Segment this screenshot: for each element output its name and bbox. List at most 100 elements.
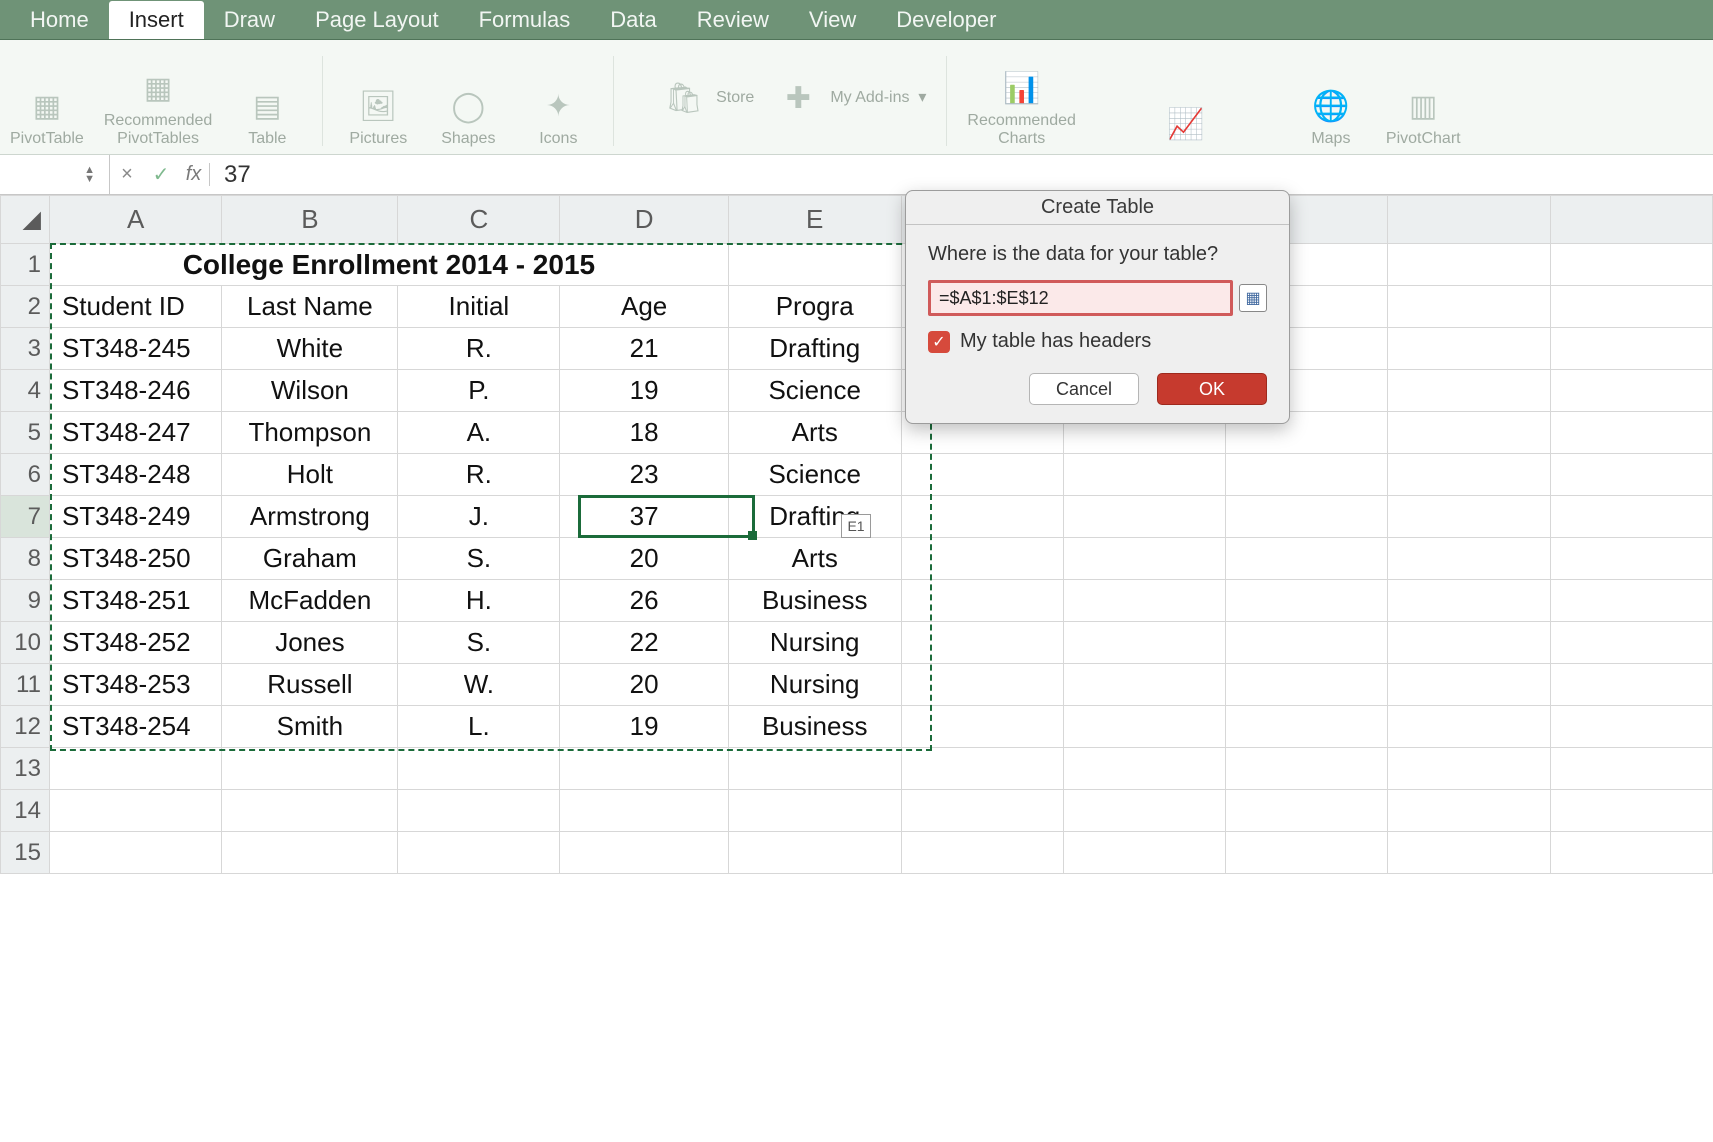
row-8[interactable]: 8 (1, 538, 50, 580)
cell[interactable]: ST348-252 (49, 622, 221, 664)
col-E[interactable]: E (728, 196, 901, 244)
row-5[interactable]: 5 (1, 412, 50, 454)
cell[interactable]: Russell (222, 664, 398, 706)
cell[interactable]: ST348-251 (49, 580, 221, 622)
cell[interactable]: Arts (728, 412, 901, 454)
fx-label[interactable]: fx (178, 163, 210, 186)
tab-view[interactable]: View (789, 1, 876, 39)
row-3[interactable]: 3 (1, 328, 50, 370)
row-13[interactable]: 13 (1, 748, 50, 790)
cmd-icons[interactable]: ✦ Icons (523, 48, 593, 148)
cell[interactable]: Thompson (222, 412, 398, 454)
range-picker-button[interactable]: ▦ (1239, 284, 1267, 312)
cell[interactable]: ST348-249 (49, 496, 221, 538)
tab-developer[interactable]: Developer (876, 1, 1016, 39)
formula-cancel[interactable]: × (110, 163, 144, 186)
tab-insert[interactable]: Insert (109, 1, 204, 39)
cell[interactable]: 20 (560, 664, 728, 706)
cell[interactable]: Science (728, 370, 901, 412)
tab-page-layout[interactable]: Page Layout (295, 1, 459, 39)
cell[interactable]: R. (398, 328, 560, 370)
cell[interactable]: 20 (560, 538, 728, 580)
row-6[interactable]: 6 (1, 454, 50, 496)
col-A[interactable]: A (49, 196, 221, 244)
cell[interactable]: ST348-253 (49, 664, 221, 706)
select-all[interactable]: ◢ (1, 196, 50, 244)
col-extra[interactable] (1550, 196, 1712, 244)
cell[interactable]: Graham (222, 538, 398, 580)
cell[interactable]: ST348-245 (49, 328, 221, 370)
cell[interactable]: R. (398, 454, 560, 496)
cell[interactable]: ST348-250 (49, 538, 221, 580)
cancel-button[interactable]: Cancel (1029, 373, 1139, 405)
tab-data[interactable]: Data (590, 1, 676, 39)
cell[interactable]: Drafting (728, 328, 901, 370)
hdr-initial[interactable]: Initial (398, 286, 560, 328)
row-9[interactable]: 9 (1, 580, 50, 622)
hdr-program[interactable]: Progra (728, 286, 901, 328)
cell[interactable]: 22 (560, 622, 728, 664)
formula-input[interactable]: 37 (210, 161, 1713, 189)
col-B[interactable]: B (222, 196, 398, 244)
cmd-store[interactable]: 🛍 Store (634, 48, 754, 148)
checkbox-checked-icon[interactable]: ✓ (928, 331, 950, 353)
title-cell[interactable]: College Enrollment 2014 - 2015 (49, 244, 728, 286)
cell[interactable]: Wilson (222, 370, 398, 412)
cell[interactable]: Smith (222, 706, 398, 748)
col-D[interactable]: D (560, 196, 728, 244)
cell[interactable]: S. (398, 538, 560, 580)
cell[interactable]: 19 (560, 706, 728, 748)
cmd-pivot-table[interactable]: ▦ PivotTable (10, 48, 84, 148)
cmd-pictures[interactable]: 🖼 Pictures (343, 48, 413, 148)
cell[interactable]: ST348-254 (49, 706, 221, 748)
cmd-pivot-chart[interactable]: ▥ PivotChart (1386, 48, 1461, 148)
cell[interactable]: ST348-247 (49, 412, 221, 454)
cell[interactable]: 18 (560, 412, 728, 454)
cell[interactable]: McFadden (222, 580, 398, 622)
cell[interactable]: Business (728, 580, 901, 622)
row-2[interactable]: 2 (1, 286, 50, 328)
cell[interactable]: 26 (560, 580, 728, 622)
cell[interactable]: Nursing (728, 664, 901, 706)
hdr-student-id[interactable]: Student ID (49, 286, 221, 328)
cell[interactable]: Jones (222, 622, 398, 664)
cmd-maps[interactable]: 🌐 Maps (1296, 48, 1366, 148)
row-7[interactable]: 7 (1, 496, 50, 538)
row-4[interactable]: 4 (1, 370, 50, 412)
cell[interactable]: 21 (560, 328, 728, 370)
cell[interactable]: ST348-246 (49, 370, 221, 412)
hdr-last-name[interactable]: Last Name (222, 286, 398, 328)
cmd-table[interactable]: ▤ Table (232, 48, 302, 148)
cell[interactable]: Armstrong (222, 496, 398, 538)
headers-checkbox-row[interactable]: ✓ My table has headers (928, 330, 1267, 353)
cell[interactable]: J. (398, 496, 560, 538)
ok-button[interactable]: OK (1157, 373, 1267, 405)
row-11[interactable]: 11 (1, 664, 50, 706)
tab-draw[interactable]: Draw (204, 1, 295, 39)
cell[interactable]: L. (398, 706, 560, 748)
cell[interactable]: W. (398, 664, 560, 706)
row-14[interactable]: 14 (1, 790, 50, 832)
row-1[interactable]: 1 (1, 244, 50, 286)
hdr-age[interactable]: Age (560, 286, 728, 328)
cell[interactable]: Nursing (728, 622, 901, 664)
formula-enter[interactable]: ✓ (144, 162, 178, 187)
tab-formulas[interactable]: Formulas (459, 1, 591, 39)
row-12[interactable]: 12 (1, 706, 50, 748)
cmd-rec-charts[interactable]: 📊 Recommended Charts (967, 48, 1076, 148)
cell[interactable]: P. (398, 370, 560, 412)
cell[interactable]: Holt (222, 454, 398, 496)
cmd-shapes[interactable]: ◯ Shapes (433, 48, 503, 148)
cell[interactable]: ST348-248 (49, 454, 221, 496)
chart-gallery[interactable]: 📈 (1096, 48, 1276, 148)
tab-review[interactable]: Review (677, 1, 789, 39)
cell[interactable]: Drafting (728, 496, 901, 538)
cell[interactable]: S. (398, 622, 560, 664)
cell[interactable] (728, 244, 901, 286)
col-extra[interactable] (1388, 196, 1550, 244)
row-15[interactable]: 15 (1, 832, 50, 874)
cell[interactable]: Business (728, 706, 901, 748)
cell[interactable]: 19 (560, 370, 728, 412)
cell[interactable]: Arts (728, 538, 901, 580)
cell[interactable]: H. (398, 580, 560, 622)
